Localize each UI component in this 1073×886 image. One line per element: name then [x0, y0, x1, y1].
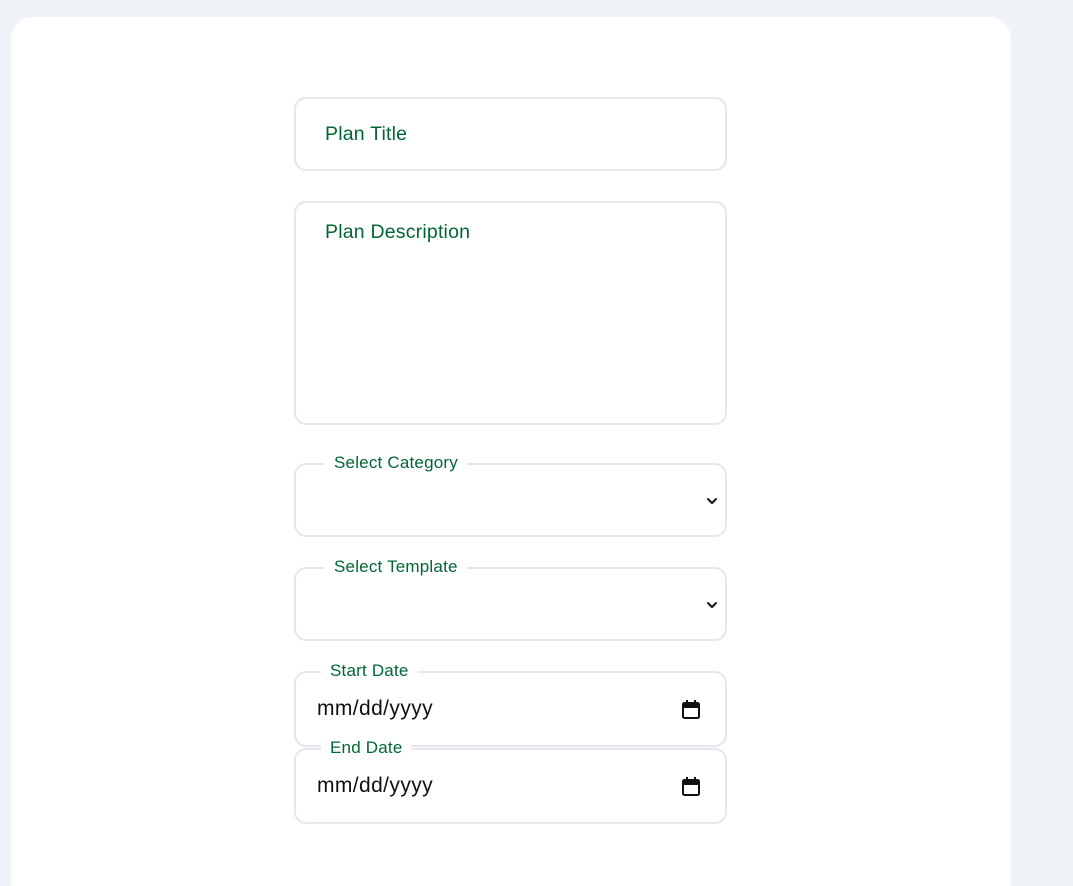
chevron-down-icon	[707, 498, 717, 504]
plan-description-textarea[interactable]: Plan Description	[294, 201, 727, 425]
end-date-value[interactable]: mm/dd/yyyy	[317, 774, 433, 798]
chevron-down-icon	[707, 602, 717, 608]
calendar-icon[interactable]	[681, 699, 701, 721]
plan-title-placeholder: Plan Title	[325, 123, 408, 145]
start-date-input[interactable]: Start Date mm/dd/yyyy	[294, 661, 727, 747]
category-select[interactable]: Select Category	[294, 453, 727, 537]
end-date-input[interactable]: End Date mm/dd/yyyy	[294, 738, 727, 824]
category-label: Select Category	[325, 453, 467, 473]
start-date-value[interactable]: mm/dd/yyyy	[317, 697, 433, 721]
calendar-icon[interactable]	[681, 776, 701, 798]
start-date-label: Start Date	[321, 661, 418, 681]
template-label: Select Template	[325, 557, 467, 577]
plan-title-input[interactable]: Plan Title	[294, 97, 727, 171]
template-select[interactable]: Select Template	[294, 557, 727, 641]
end-date-label: End Date	[321, 738, 412, 758]
plan-description-placeholder: Plan Description	[325, 221, 471, 243]
